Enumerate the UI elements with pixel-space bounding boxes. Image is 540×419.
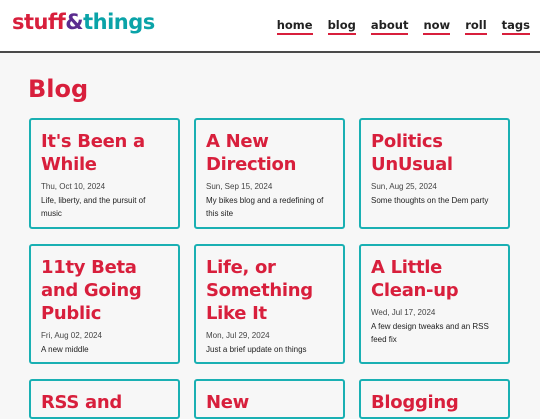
post-title[interactable]: Politics UnUsual (371, 130, 498, 176)
post-date: Sun, Sep 15, 2024 (206, 182, 273, 191)
post-card[interactable]: Politics UnUsual Sun, Aug 25, 2024 Some … (359, 118, 510, 229)
page-title: Blog (28, 75, 89, 103)
site-header: stuff&things home blog about now roll ta… (0, 0, 540, 53)
post-date: Thu, Oct 10, 2024 (41, 182, 106, 191)
site-logo[interactable]: stuff&things (12, 10, 155, 34)
nav-blog-link[interactable]: blog (327, 19, 356, 35)
nav-about-link[interactable]: about (370, 19, 409, 35)
post-card[interactable]: A New Direction Sun, Sep 15, 2024 My bik… (194, 118, 345, 229)
nav-tags-link[interactable]: tags (501, 19, 530, 35)
post-card[interactable]: New Software (194, 379, 345, 419)
post-date: Sun, Aug 25, 2024 (371, 182, 437, 191)
nav-roll-link[interactable]: roll (465, 19, 487, 35)
post-description: A few design tweaks and an RSS feed fix (371, 322, 489, 344)
logo-things: things (83, 10, 155, 34)
post-card[interactable]: It's Been a While Thu, Oct 10, 2024 Life… (29, 118, 180, 229)
post-description: Just a brief update on things (206, 345, 307, 354)
post-description: A new middle (41, 345, 89, 354)
post-card[interactable]: Blogging (359, 379, 510, 419)
post-date: Wed, Jul 17, 2024 (371, 308, 436, 317)
main-nav: home blog about now roll tags (262, 19, 530, 35)
post-title[interactable]: New Software (206, 391, 333, 417)
post-title[interactable]: Blogging (371, 391, 498, 414)
post-title[interactable]: A New Direction (206, 130, 333, 176)
post-date: Fri, Aug 02, 2024 (41, 331, 102, 340)
post-description: My bikes blog and a redefining of this s… (206, 196, 324, 218)
post-description: Some thoughts on the Dem party (371, 196, 489, 205)
post-description: Life, liberty, and the pursuit of music (41, 196, 146, 218)
post-card[interactable]: A Little Clean-up Wed, Jul 17, 2024 A fe… (359, 244, 510, 364)
post-card[interactable]: 11ty Beta and Going Public Fri, Aug 02, … (29, 244, 180, 364)
post-title[interactable]: RSS and (41, 391, 168, 414)
logo-ampersand: & (65, 10, 84, 34)
nav-now-link[interactable]: now (423, 19, 451, 35)
post-title[interactable]: Life, or Something Like It (206, 256, 333, 325)
logo-stuff: stuff (12, 10, 66, 34)
post-title[interactable]: A Little Clean-up (371, 256, 498, 302)
nav-home-link[interactable]: home (276, 19, 313, 35)
post-card[interactable]: Life, or Something Like It Mon, Jul 29, … (194, 244, 345, 364)
post-date: Mon, Jul 29, 2024 (206, 331, 270, 340)
post-card[interactable]: RSS and (29, 379, 180, 419)
post-title[interactable]: It's Been a While (41, 130, 168, 176)
post-title[interactable]: 11ty Beta and Going Public (41, 256, 168, 325)
